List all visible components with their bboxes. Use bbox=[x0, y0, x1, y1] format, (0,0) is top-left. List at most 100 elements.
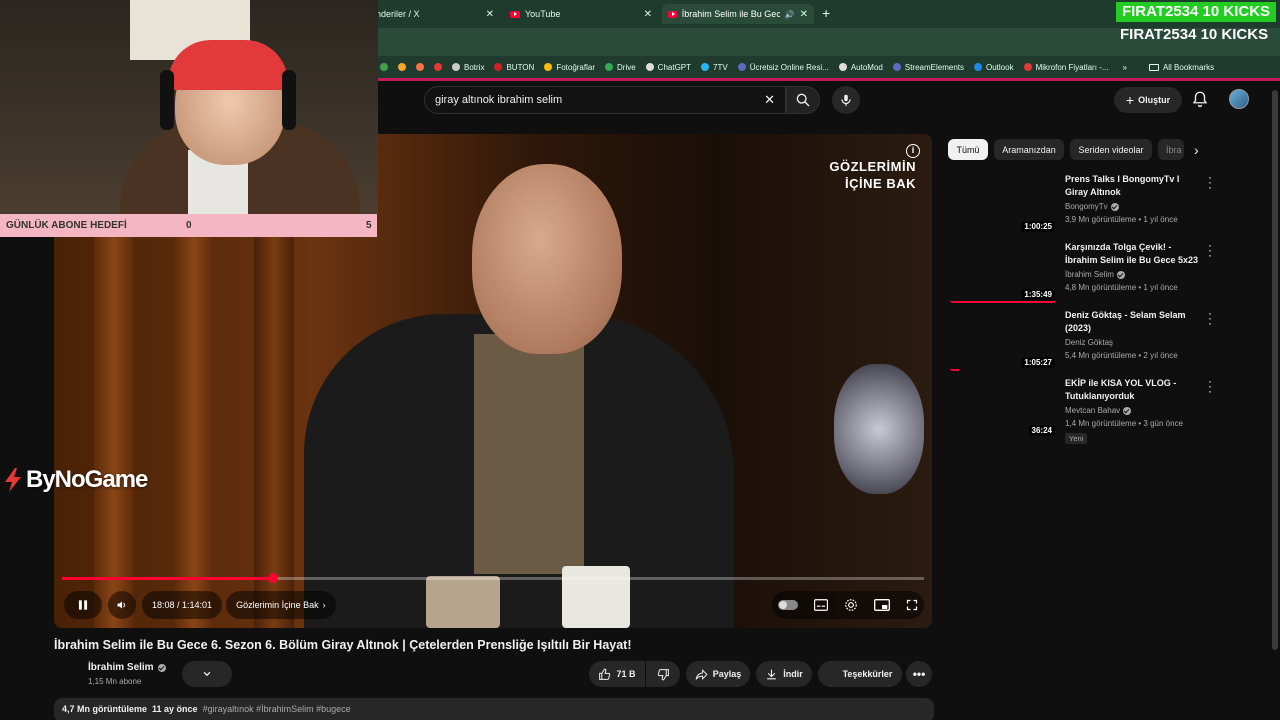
folder-icon bbox=[1148, 63, 1159, 71]
mute-button[interactable] bbox=[108, 591, 136, 619]
recommendation-channel[interactable]: Deniz Göktaş bbox=[1065, 338, 1113, 347]
bell-icon bbox=[1192, 91, 1208, 108]
bookmark-chatgpt[interactable]: ChatGPT bbox=[645, 62, 692, 72]
all-bookmarks-button[interactable]: All Bookmarks bbox=[1148, 63, 1214, 72]
bookmark-botrix[interactable]: Botrix bbox=[452, 63, 484, 72]
headphone-left bbox=[160, 70, 174, 130]
bookmark-favicon bbox=[494, 63, 503, 71]
new-tab-button[interactable]: + bbox=[822, 5, 830, 21]
recommendation-title[interactable]: Karşınızda Tolga Çevik! - İbrahim Selim … bbox=[1065, 241, 1203, 267]
close-icon[interactable]: ✕ bbox=[644, 9, 652, 20]
search-button[interactable] bbox=[786, 86, 820, 114]
bookmark-drive[interactable]: Drive bbox=[605, 63, 636, 72]
bookmark-buton[interactable]: BUTON bbox=[494, 63, 534, 72]
more-bookmarks-button[interactable]: » bbox=[1122, 63, 1126, 72]
video-thumbnail[interactable]: 1:05:27 bbox=[948, 309, 1058, 371]
recommendation-title[interactable]: Deniz Göktaş - Selam Selam (2023) bbox=[1065, 309, 1203, 335]
chip-all[interactable]: Tümü bbox=[948, 139, 988, 160]
recommendation-title[interactable]: Prens Talks I BongomyTv I Giray Altınok bbox=[1065, 173, 1203, 199]
bookmark-icon-3[interactable] bbox=[416, 63, 424, 71]
close-icon[interactable]: ✕ bbox=[800, 9, 808, 20]
bookmark-favicon bbox=[1023, 63, 1032, 71]
bookmark-mikrofon[interactable]: Mikrofon Fiyatları -... bbox=[1023, 62, 1109, 72]
bookmark-label: ChatGPT bbox=[657, 62, 692, 72]
search-input[interactable]: giray altınok ibrahim selim ✕ bbox=[424, 86, 786, 114]
more-vertical-icon[interactable]: · · · bbox=[1206, 171, 1214, 193]
bookmark-favicon bbox=[544, 63, 553, 71]
tab-youtube[interactable]: YouTube ✕ bbox=[504, 4, 658, 24]
recommendation-channel[interactable]: BongomyTv bbox=[1065, 202, 1119, 211]
bookmark-icon-4[interactable] bbox=[434, 63, 442, 71]
bookmark-icon-2[interactable] bbox=[398, 63, 406, 71]
more-vertical-icon[interactable]: · · · bbox=[1206, 307, 1214, 329]
share-button[interactable]: Paylaş bbox=[686, 661, 750, 687]
info-icon[interactable]: i bbox=[906, 144, 920, 158]
chip-from-search[interactable]: Aramanızdan bbox=[994, 139, 1064, 160]
chip-truncated[interactable]: İbra bbox=[1158, 139, 1184, 160]
autoplay-toggle[interactable] bbox=[778, 600, 798, 610]
share-icon bbox=[695, 668, 708, 680]
account-avatar[interactable] bbox=[1229, 89, 1249, 109]
kicks-alert-banner: FIRAT2534 10 KICKS bbox=[1116, 2, 1276, 22]
player-controls: 18:08 / 1:14:01 Gözlerimin İçine Bak › bbox=[62, 590, 924, 620]
duration-badge: 1:00:25 bbox=[1021, 221, 1055, 232]
recommendation-item[interactable]: 1:00:25 Prens Talks I BongomyTv I Giray … bbox=[948, 171, 1218, 235]
bookmark-7tv[interactable]: 7TV bbox=[701, 63, 728, 72]
notifications-button[interactable] bbox=[1191, 90, 1209, 113]
thumbs-up-icon bbox=[599, 668, 611, 680]
thanks-button[interactable]: Teşekkürler bbox=[818, 661, 902, 687]
bookmark-fotograflar[interactable]: Fotoğraflar bbox=[544, 63, 595, 72]
recommendation-item[interactable]: 1:05:27 Deniz Göktaş - Selam Selam (2023… bbox=[948, 307, 1218, 371]
video-thumbnail[interactable]: 1:00:25 bbox=[948, 173, 1058, 235]
download-button[interactable]: İndir bbox=[756, 661, 812, 687]
more-vertical-icon[interactable]: · · · bbox=[1206, 239, 1214, 261]
channel-name[interactable]: İbrahim Selim bbox=[88, 662, 166, 673]
more-vertical-icon[interactable]: · · · bbox=[1206, 375, 1214, 397]
bookmark-automod[interactable]: AutoMod bbox=[838, 63, 883, 72]
recommendation-item[interactable]: 36:24 EKİP ile KISA YOL VLOG - Tutuklanı… bbox=[948, 375, 1218, 444]
video-thumbnail[interactable]: 36:24 bbox=[948, 377, 1058, 439]
hashtags[interactable]: #girayaltınok #İbrahimSelim #bugece bbox=[203, 704, 351, 716]
video-title: İbrahim Selim ile Bu Gece 6. Sezon 6. Bö… bbox=[54, 638, 632, 652]
dislike-button[interactable] bbox=[646, 661, 680, 687]
more-actions-button[interactable]: ••• bbox=[906, 661, 932, 687]
channel-avatar[interactable] bbox=[54, 660, 82, 688]
recommendation-channel[interactable]: İbrahim Selim bbox=[1065, 270, 1125, 279]
subtitles-icon[interactable] bbox=[814, 599, 828, 611]
bookmark-resim[interactable]: Ücretsiz Online Resi... bbox=[737, 63, 829, 72]
fullscreen-icon[interactable] bbox=[906, 599, 918, 611]
verified-icon bbox=[1116, 270, 1125, 279]
bookmark-outlook[interactable]: Outlook bbox=[974, 63, 1014, 72]
close-icon[interactable]: ✕ bbox=[486, 9, 494, 20]
recommendation-title[interactable]: EKİP ile KISA YOL VLOG - Tutuklanıyorduk bbox=[1065, 377, 1203, 403]
bookmark-streamelements[interactable]: StreamElements bbox=[892, 63, 964, 72]
like-button[interactable]: 71 B bbox=[589, 661, 645, 687]
chip-series[interactable]: Seriden videolar bbox=[1070, 139, 1152, 160]
verified-icon bbox=[1123, 406, 1132, 415]
voice-search-button[interactable] bbox=[832, 86, 860, 114]
bookmark-icon-1[interactable] bbox=[380, 63, 388, 71]
speaker-icon[interactable]: 🔊 bbox=[785, 10, 795, 19]
goal-target: 5 bbox=[366, 220, 372, 231]
recommendation-channel[interactable]: Mevtcan Bahav bbox=[1065, 406, 1132, 415]
bookmark-label: Mikrofon Fiyatları -... bbox=[1035, 62, 1109, 72]
recommendation-item[interactable]: 1:35:49 Karşınızda Tolga Çevik! - İbrahi… bbox=[948, 239, 1218, 303]
miniplayer-icon[interactable] bbox=[874, 599, 890, 611]
overlay-line-2: İÇİNE BAK bbox=[845, 176, 916, 191]
settings-gear-icon[interactable] bbox=[844, 598, 858, 612]
microphone-icon bbox=[841, 94, 851, 106]
pause-button[interactable] bbox=[64, 591, 102, 619]
chevron-right-icon[interactable]: › bbox=[1194, 142, 1199, 158]
description-box[interactable]: 4,7 Mn görüntüleme 11 ay önce #girayaltı… bbox=[54, 698, 934, 720]
clear-search-icon[interactable]: ✕ bbox=[764, 92, 775, 108]
tab-video[interactable]: İbrahim Selim ile Bu Gece 6 🔊 ✕ bbox=[662, 4, 814, 24]
subscription-dropdown[interactable] bbox=[182, 661, 232, 687]
progress-bar[interactable] bbox=[62, 577, 924, 580]
video-thumbnail[interactable]: 1:35:49 bbox=[948, 241, 1058, 303]
subscriber-count: 1,15 Mn abone bbox=[88, 677, 142, 686]
tab-x[interactable]: nderiler / X ✕ bbox=[370, 4, 500, 24]
tab-label: nderiler / X bbox=[376, 9, 420, 19]
page-scrollbar[interactable] bbox=[1272, 90, 1278, 650]
create-button[interactable]: + Oluştur bbox=[1114, 87, 1182, 113]
chapter-button[interactable]: Gözlerimin İçine Bak › bbox=[226, 591, 336, 619]
